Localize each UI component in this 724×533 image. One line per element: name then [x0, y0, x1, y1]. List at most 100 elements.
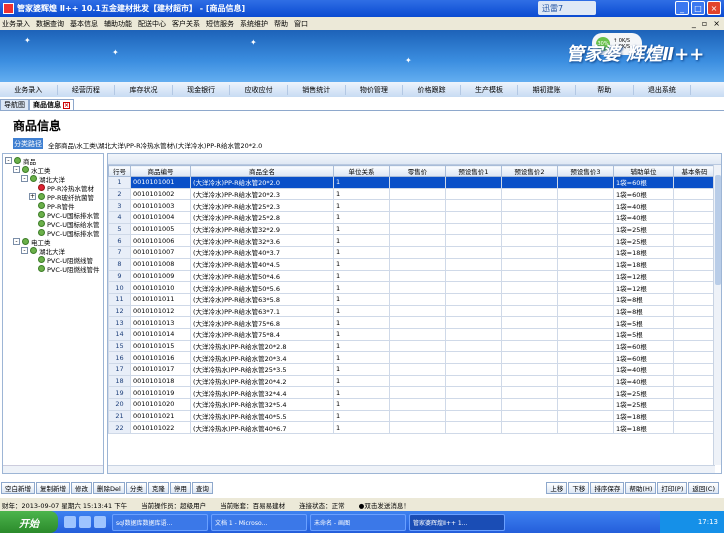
- table-cell[interactable]: [445, 269, 502, 283]
- menu-item[interactable]: 配送中心: [138, 19, 166, 29]
- table-cell[interactable]: [557, 292, 614, 306]
- table-cell[interactable]: [673, 304, 716, 318]
- column-header[interactable]: 商品编号: [130, 165, 191, 177]
- taskbar-item[interactable]: 文档 1 - Microso...: [211, 513, 307, 531]
- nav-button[interactable]: 应收应付: [230, 84, 288, 95]
- table-cell[interactable]: [673, 398, 716, 411]
- table-cell[interactable]: [673, 234, 716, 248]
- table-cell[interactable]: [445, 176, 502, 189]
- table-cell[interactable]: 2: [108, 187, 131, 201]
- table-cell[interactable]: 1: [333, 257, 390, 271]
- start-button[interactable]: 开始: [0, 511, 58, 533]
- table-cell[interactable]: [445, 351, 502, 364]
- table-cell[interactable]: 13: [108, 316, 131, 329]
- tab-navigation[interactable]: 导航图: [0, 99, 29, 110]
- table-cell[interactable]: [557, 234, 614, 248]
- table-cell[interactable]: 0010101007: [130, 246, 191, 259]
- table-cell[interactable]: [389, 176, 446, 189]
- table-cell[interactable]: [501, 339, 558, 353]
- table-cell[interactable]: 0010101001: [130, 176, 191, 189]
- table-cell[interactable]: 0010101014: [130, 327, 191, 341]
- table-cell[interactable]: 0010101016: [130, 351, 191, 364]
- table-cell[interactable]: 0010101018: [130, 374, 191, 388]
- table-cell[interactable]: [501, 211, 558, 224]
- menu-item[interactable]: 业务录入: [2, 19, 30, 29]
- table-cell[interactable]: [389, 292, 446, 306]
- table-row[interactable]: 3 0010101003 (大洋冷水)PP-R给水管25*2.3 1 1袋=40根: [108, 199, 716, 213]
- table-cell[interactable]: (大洋冷水)PP-R给水管25*2.8: [190, 211, 334, 224]
- table-cell[interactable]: 1袋=8根: [613, 304, 674, 318]
- table-cell[interactable]: [557, 281, 614, 294]
- table-cell[interactable]: 0010101022: [130, 421, 191, 435]
- table-cell[interactable]: [557, 199, 614, 213]
- table-cell[interactable]: [673, 269, 716, 283]
- table-cell[interactable]: 9: [108, 269, 131, 283]
- table-cell[interactable]: (大洋冷水)PP-R给水管63*5.8: [190, 292, 334, 306]
- table-cell[interactable]: [445, 374, 502, 388]
- table-cell[interactable]: [445, 211, 502, 224]
- table-cell[interactable]: 8: [108, 257, 131, 271]
- table-cell[interactable]: [557, 386, 614, 400]
- table-cell[interactable]: 21: [108, 409, 131, 423]
- table-cell[interactable]: [557, 409, 614, 423]
- table-row[interactable]: 12 0010101012 (大洋冷水)PP-R给水管63*7.1 1 1袋=8根: [108, 304, 716, 318]
- category-path-button[interactable]: 分类路径: [13, 138, 43, 149]
- table-cell[interactable]: 1袋=60根: [613, 351, 674, 364]
- table-cell[interactable]: 0010101010: [130, 281, 191, 294]
- mdi-restore-icon[interactable]: ▫: [702, 19, 707, 28]
- table-cell[interactable]: [389, 339, 446, 353]
- table-cell[interactable]: 0010101012: [130, 304, 191, 318]
- menu-item[interactable]: 帮助: [274, 19, 288, 29]
- table-cell[interactable]: [673, 292, 716, 306]
- table-cell[interactable]: 1袋=60根: [613, 187, 674, 201]
- table-cell[interactable]: [445, 327, 502, 341]
- mdi-minimize-icon[interactable]: _: [692, 19, 696, 28]
- table-cell[interactable]: 0010101008: [130, 257, 191, 271]
- table-row[interactable]: 1 0010101001 (大洋冷水)PP-R给水管20*2.0 1 1袋=60根: [108, 176, 716, 189]
- table-cell[interactable]: (大洋冷水)PP-R给水管20*2.3: [190, 187, 334, 201]
- table-cell[interactable]: [557, 246, 614, 259]
- table-cell[interactable]: 1: [333, 199, 390, 213]
- table-row[interactable]: 16 0010101016 (大洋冷热水)PP-R给水管20*3.4 1 1袋=60根: [108, 351, 716, 364]
- table-row[interactable]: 10 0010101010 (大洋冷水)PP-R给水管50*5.6 1 1袋=12根: [108, 281, 716, 294]
- menu-item[interactable]: 数据查询: [36, 19, 64, 29]
- table-row[interactable]: 19 0010101019 (大洋冷热水)PP-R给水管32*4.4 1 1袋=25根: [108, 386, 716, 400]
- table-cell[interactable]: [501, 176, 558, 189]
- table-row[interactable]: 20 0010101020 (大洋冷热水)PP-R给水管32*5.4 1 1袋=25根: [108, 398, 716, 411]
- table-cell[interactable]: [673, 316, 716, 329]
- table-cell[interactable]: [501, 257, 558, 271]
- xunlei-widget[interactable]: 迅雷7: [538, 1, 596, 15]
- toolbar-button[interactable]: 克隆: [147, 481, 169, 494]
- table-row[interactable]: 14 0010101014 (大洋冷水)PP-R给水管75*8.4 1 1袋=5根: [108, 327, 716, 341]
- table-cell[interactable]: [557, 187, 614, 201]
- toolbar-button[interactable]: 排序保存: [590, 481, 625, 494]
- table-cell[interactable]: 10: [108, 281, 131, 294]
- table-cell[interactable]: [557, 176, 614, 189]
- table-cell[interactable]: 1: [333, 327, 390, 341]
- table-cell[interactable]: [445, 386, 502, 400]
- table-cell[interactable]: [673, 211, 716, 224]
- table-cell[interactable]: 7: [108, 246, 131, 259]
- expand-toggle-icon[interactable]: -: [13, 238, 20, 245]
- table-cell[interactable]: [501, 363, 558, 376]
- toolbar-button[interactable]: 修改: [71, 481, 92, 494]
- table-cell[interactable]: [501, 386, 558, 400]
- table-cell[interactable]: 12: [108, 304, 131, 318]
- table-cell[interactable]: [557, 327, 614, 341]
- expand-toggle-icon[interactable]: -: [21, 175, 28, 182]
- table-cell[interactable]: [501, 234, 558, 248]
- table-cell[interactable]: [557, 351, 614, 364]
- nav-button[interactable]: 帮助: [576, 84, 634, 95]
- table-cell[interactable]: 1: [333, 234, 390, 248]
- table-cell[interactable]: [389, 257, 446, 271]
- table-cell[interactable]: [389, 269, 446, 283]
- table-cell[interactable]: 0010101006: [130, 234, 191, 248]
- column-header[interactable]: 商品全名: [190, 165, 334, 177]
- table-cell[interactable]: [557, 211, 614, 224]
- table-cell[interactable]: [445, 421, 502, 435]
- table-cell[interactable]: 1袋=18根: [613, 246, 674, 259]
- table-cell[interactable]: 1: [333, 304, 390, 318]
- column-header[interactable]: 预设售价1: [445, 165, 502, 177]
- minimize-icon[interactable]: _: [675, 1, 689, 15]
- table-cell[interactable]: [389, 222, 446, 236]
